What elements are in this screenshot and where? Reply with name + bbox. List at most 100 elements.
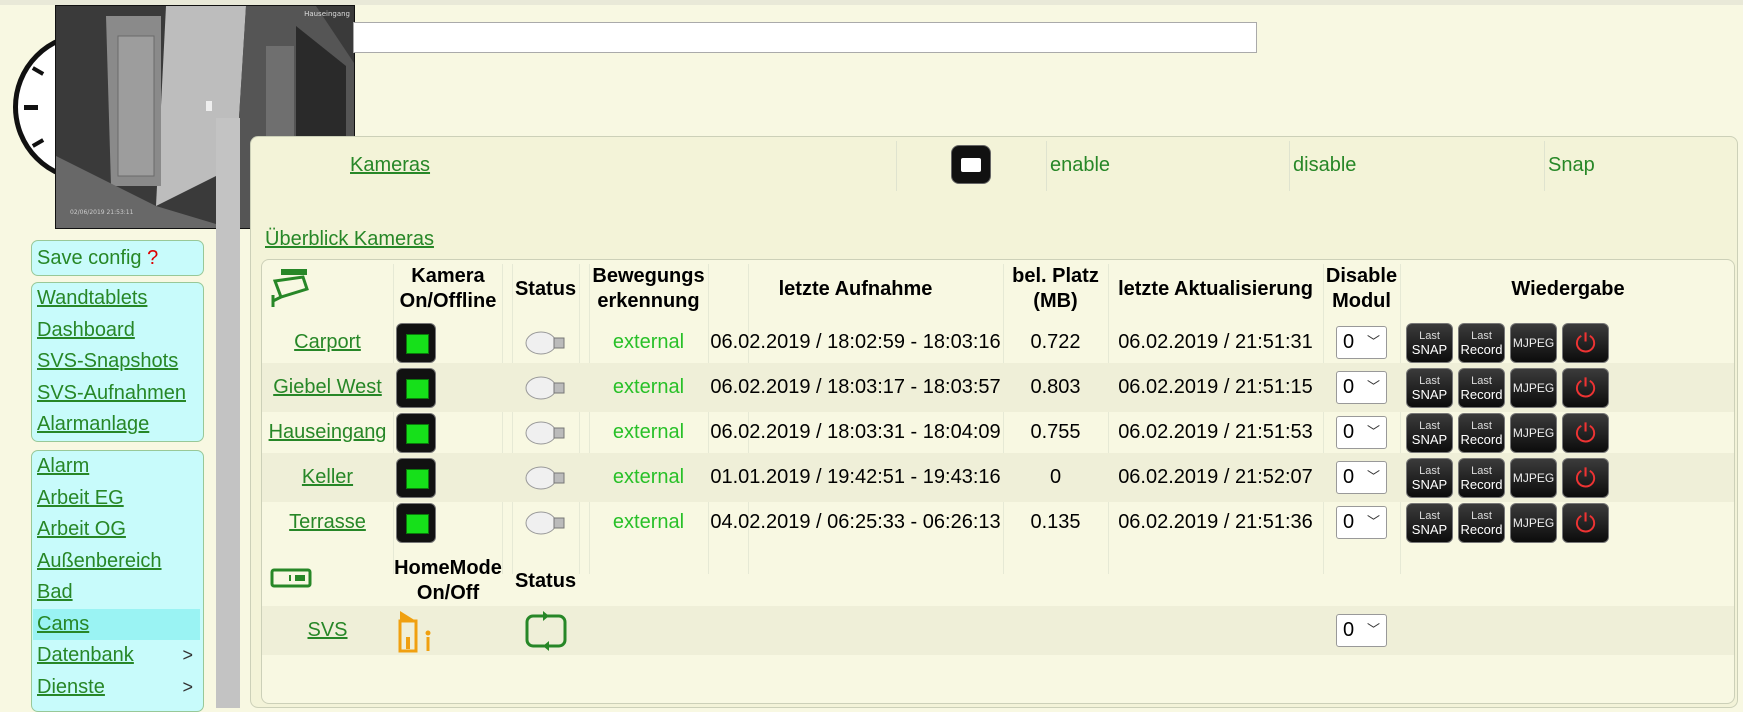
motion-detection-value: external [612,511,685,533]
sidebar-item-bad[interactable]: Bad [32,577,203,609]
power-icon[interactable]: ⏻ [1562,322,1609,363]
sidebar-item-datenbank-row[interactable]: Datenbank > [32,640,203,672]
last-snap-button[interactable]: Last SNAP [1406,322,1453,363]
camera-online-toggle[interactable] [396,502,436,543]
svs-disable-module-select[interactable]: 0 ﹀ [1336,614,1387,647]
sidebar-item-cams[interactable]: Cams [33,608,200,640]
camera-link-carport[interactable]: Carport [294,331,361,354]
last-record-button[interactable]: Last Record [1458,502,1505,543]
camera-online-toggle[interactable] [396,457,436,498]
overview-title-link[interactable]: Überblick Kameras [265,228,434,251]
camera-online-toggle[interactable] [396,412,436,453]
motion-detection-value: external [612,466,685,488]
power-icon[interactable]: ⏻ [1562,502,1609,543]
header-disable-module: Disable Modul [1325,265,1398,312]
light-bulb-icon [525,376,564,399]
camera-header-icon [268,267,316,316]
disable-module-select[interactable]: 0 ﹀ [1336,371,1387,404]
sidebar-item-dienste-row[interactable]: Dienste > [32,672,203,704]
disable-module-select[interactable]: 0 ﹀ [1336,416,1387,449]
chevron-right-icon[interactable]: > [182,672,193,704]
sidebar-item-wandtablets[interactable]: Wandtablets [32,283,203,315]
disable-module-select[interactable]: 0 ﹀ [1336,506,1387,539]
svs-link[interactable]: SVS [307,619,347,642]
chevron-down-icon: ﹀ [1366,334,1380,349]
last-recording-value: 04.02.2019 / 06:25:33 - 06:26:13 [710,511,1001,533]
sidebar-item-aussenbereich[interactable]: Außenbereich [32,546,203,578]
sidebar-item-svs-snapshots[interactable]: SVS-Snapshots [32,346,203,378]
mjpeg-button[interactable]: MJPEG [1510,367,1557,408]
last-recording-value: 01.01.2019 / 19:42:51 - 19:43:16 [710,466,1001,488]
sidebar-item-alarmanlage[interactable]: Alarmanlage [32,409,203,441]
table-row: Carport external 06.02.2019 / 18:02:59 -… [262,318,1734,367]
camera-link-hauseingang[interactable]: Hauseingang [269,421,387,444]
last-update-value: 06.02.2019 / 21:51:15 [1118,376,1313,398]
camera-online-toggle[interactable] [396,367,436,408]
last-record-button[interactable]: Last Record [1458,367,1505,408]
header-last-recording: letzte Aufnahme [778,278,933,300]
chevron-down-icon: ﹀ [1366,622,1380,637]
sidebar-item-dienste[interactable]: Dienste [32,676,105,698]
disable-module-select[interactable]: 0 ﹀ [1336,326,1387,359]
refresh-icon[interactable] [523,610,569,652]
power-icon[interactable]: ⏻ [1562,412,1609,453]
kameras-link[interactable]: Kameras [350,137,430,193]
chevron-right-icon[interactable]: > [182,640,193,672]
save-config-button[interactable]: Save config ? [31,240,204,276]
table-row: Hauseingang external 06.02.2019 / 18:03:… [262,408,1734,457]
save-config-question-mark: ? [147,247,159,269]
mjpeg-button[interactable]: MJPEG [1510,412,1557,453]
nas-device-icon [270,568,312,588]
search-input[interactable] [353,22,1257,53]
header-last-update: letzte Aktualisierung [1118,278,1313,300]
last-snap-button[interactable]: Last SNAP [1406,502,1453,543]
mjpeg-button[interactable]: MJPEG [1510,457,1557,498]
sidebar-item-svs-aufnahmen[interactable]: SVS-Aufnahmen [32,378,203,410]
power-icon[interactable]: ⏻ [1562,457,1609,498]
chevron-down-icon: ﹀ [1366,469,1380,484]
sidebar-scrollbar[interactable] [216,118,240,708]
sidebar-item-dashboard[interactable]: Dashboard [32,315,203,347]
mjpeg-button[interactable]: MJPEG [1510,502,1557,543]
header-motion: Bewegungs erkennung [592,265,705,312]
snap-button[interactable]: Snap [1548,137,1595,193]
camera-link-keller[interactable]: Keller [302,466,353,489]
disable-button[interactable]: disable [1293,137,1356,193]
motion-detection-value: external [612,421,685,443]
table-row: Keller external 01.01.2019 / 19:42:51 - … [262,453,1734,502]
space-value: 0.755 [1030,421,1081,443]
camera-preview-timestamp: 02/06/2019 21:53:11 [70,209,134,216]
sidebar-item-arbeit-og[interactable]: Arbeit OG [32,514,203,546]
power-icon[interactable]: ⏻ [1562,367,1609,408]
homemode-icon[interactable] [396,609,436,653]
camera-link-terrasse[interactable]: Terrasse [289,511,366,534]
mjpeg-button[interactable]: MJPEG [1510,322,1557,363]
last-record-button[interactable]: Last Record [1458,412,1505,453]
motion-detection-value: external [612,376,685,398]
playback-buttons: Last SNAP Last Record MJPEG ⏻ [1406,453,1614,502]
last-update-value: 06.02.2019 / 21:51:31 [1118,331,1313,353]
camera-online-toggle[interactable] [396,322,436,363]
security-camera-icon [271,269,309,307]
light-bulb-icon [525,331,564,354]
sidebar-item-arbeit-eg[interactable]: Arbeit EG [32,483,203,515]
last-snap-button[interactable]: Last SNAP [1406,412,1453,453]
last-record-button[interactable]: Last Record [1458,457,1505,498]
last-record-button[interactable]: Last Record [1458,322,1505,363]
camera-link-giebel-west[interactable]: Giebel West [273,376,382,399]
enable-button[interactable]: enable [1050,137,1110,193]
header-homemode: HomeMode On/Off [394,557,502,604]
disable-module-select[interactable]: 0 ﹀ [1336,461,1387,494]
last-snap-button[interactable]: Last SNAP [1406,457,1453,498]
last-snap-button[interactable]: Last SNAP [1406,367,1453,408]
sidebar-group-views: Wandtablets Dashboard SVS-Snapshots SVS-… [31,282,204,442]
last-recording-value: 06.02.2019 / 18:03:31 - 18:04:09 [710,421,1001,443]
playback-buttons: Last SNAP Last Record MJPEG ⏻ [1406,408,1614,457]
light-bulb-icon [525,511,564,534]
svs-header-icon [268,567,316,596]
kameras-toggle-button[interactable] [951,145,991,184]
sidebar-item-alarm[interactable]: Alarm [32,451,203,483]
sidebar-item-datenbank[interactable]: Datenbank [32,644,134,666]
camera-table: Kamera On/Offline Status Bewegungs erken… [261,259,1735,704]
header-playback: Wiedergabe [1511,278,1625,300]
